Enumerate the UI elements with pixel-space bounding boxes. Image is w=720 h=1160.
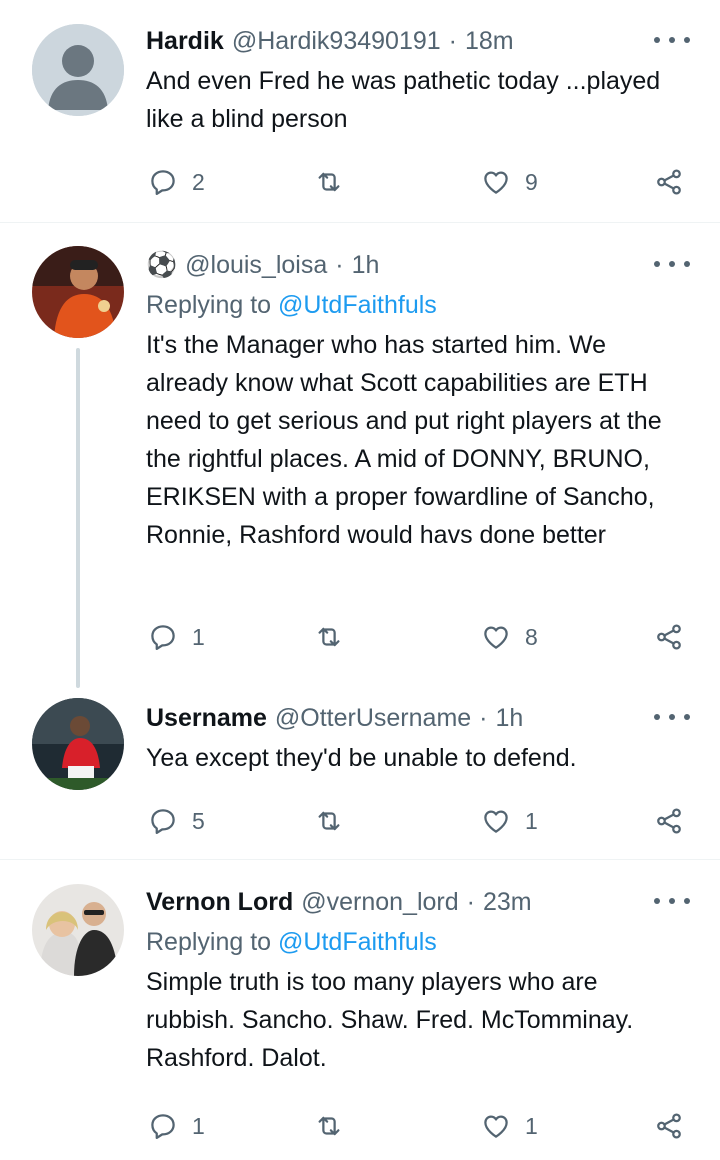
display-name[interactable]: ⚽ (146, 251, 177, 280)
tweet[interactable]: ⚽ @louis_loisa · 1h Replying to @UtdFait… (0, 223, 720, 693)
timestamp[interactable]: 18m (465, 27, 514, 56)
like-count: 1 (525, 1112, 538, 1139)
username[interactable]: @OtterUsername (275, 704, 471, 733)
timestamp[interactable]: 23m (483, 888, 532, 917)
share-button[interactable] (654, 1106, 684, 1146)
tweet-header: Vernon Lord @vernon_lord · 23m (146, 885, 690, 919)
retweet-button[interactable] (314, 162, 358, 202)
share-icon (657, 169, 681, 195)
mention-link[interactable]: @UtdFaithfuls (278, 291, 437, 319)
reply-count: 1 (192, 1112, 205, 1139)
like-count: 8 (525, 623, 538, 650)
tweet-text: Yea except they'd be unable to defend. (146, 744, 577, 772)
retweet-button[interactable] (314, 801, 358, 841)
tweet[interactable]: Username @OtterUsername · 1h Yea except … (0, 693, 720, 859)
user-photo-icon (32, 698, 124, 790)
retweet-icon (318, 1116, 340, 1136)
mention-link[interactable]: @UtdFaithfuls (278, 928, 437, 956)
reply-count: 5 (192, 807, 205, 834)
more-icon[interactable] (654, 254, 690, 274)
user-photo-icon (32, 246, 124, 338)
more-icon[interactable] (654, 30, 690, 50)
display-name[interactable]: Hardik (146, 27, 224, 56)
retweet-icon (318, 627, 340, 647)
share-icon (657, 808, 681, 834)
share-icon (657, 624, 681, 650)
action-bar: 1 8 (146, 617, 690, 657)
action-bar: 2 9 (146, 162, 690, 202)
tweet-header: Username @OtterUsername · 1h (146, 701, 690, 735)
reply-button[interactable]: 2 (148, 162, 205, 202)
tweet-text: It's the Manager who has started him. We… (146, 331, 662, 549)
heart-icon (484, 171, 508, 194)
retweet-icon (318, 811, 340, 831)
more-icon[interactable] (654, 891, 690, 911)
separator: · (448, 26, 457, 55)
reply-count: 2 (192, 168, 205, 195)
tweet[interactable]: Vernon Lord @vernon_lord · 23m Replying … (0, 860, 720, 1160)
replying-to-label: Replying to (146, 291, 279, 319)
separator: · (479, 703, 488, 732)
default-avatar-icon (32, 24, 124, 116)
avatar[interactable] (32, 884, 124, 976)
reply-icon (151, 1114, 175, 1139)
heart-icon (484, 626, 508, 649)
timestamp[interactable]: 1h (496, 704, 524, 733)
username[interactable]: @vernon_lord (301, 888, 458, 917)
display-name[interactable]: Username (146, 704, 267, 733)
tweet-text: And even Fred he was pathetic today ...p… (146, 67, 661, 133)
thread-line (76, 348, 80, 688)
like-count: 9 (525, 168, 538, 195)
action-bar: 1 1 (146, 1106, 690, 1146)
separator: · (466, 887, 475, 916)
like-button[interactable]: 8 (481, 617, 538, 657)
reply-button[interactable]: 5 (148, 801, 205, 841)
avatar[interactable] (32, 246, 124, 338)
share-button[interactable] (654, 162, 684, 202)
replying-to: Replying to @UtdFaithfuls (146, 925, 690, 959)
reply-icon (151, 809, 175, 834)
tweet[interactable]: Hardik @Hardik93490191 · 18m And even Fr… (0, 0, 720, 222)
heart-icon (484, 1115, 508, 1138)
username[interactable]: @louis_loisa (185, 251, 327, 280)
display-name[interactable]: Vernon Lord (146, 888, 293, 917)
tweet-header: Hardik @Hardik93490191 · 18m (146, 24, 690, 58)
avatar[interactable] (32, 698, 124, 790)
like-count: 1 (525, 807, 538, 834)
more-icon[interactable] (654, 707, 690, 727)
reply-button[interactable]: 1 (148, 617, 205, 657)
timestamp[interactable]: 1h (352, 251, 380, 280)
reply-count: 1 (192, 623, 205, 650)
replying-to: Replying to @UtdFaithfuls (146, 288, 690, 322)
username[interactable]: @Hardik93490191 (232, 27, 441, 56)
reply-button[interactable]: 1 (148, 1106, 205, 1146)
retweet-icon (318, 172, 340, 192)
tweet-header: ⚽ @louis_loisa · 1h (146, 248, 690, 282)
action-bar: 5 1 (146, 801, 690, 841)
like-button[interactable]: 9 (481, 162, 538, 202)
separator: · (335, 250, 344, 279)
like-button[interactable]: 1 (481, 801, 538, 841)
avatar[interactable] (32, 24, 124, 116)
retweet-button[interactable] (314, 1106, 358, 1146)
user-photo-icon (32, 884, 124, 976)
like-button[interactable]: 1 (481, 1106, 538, 1146)
heart-icon (484, 810, 508, 833)
reply-icon (151, 625, 175, 650)
tweet-text: Simple truth is too many players who are… (146, 968, 634, 1072)
retweet-button[interactable] (314, 617, 358, 657)
replying-to-label: Replying to (146, 928, 279, 956)
share-button[interactable] (654, 801, 684, 841)
share-button[interactable] (654, 617, 684, 657)
reply-icon (151, 170, 175, 195)
share-icon (657, 1113, 681, 1139)
